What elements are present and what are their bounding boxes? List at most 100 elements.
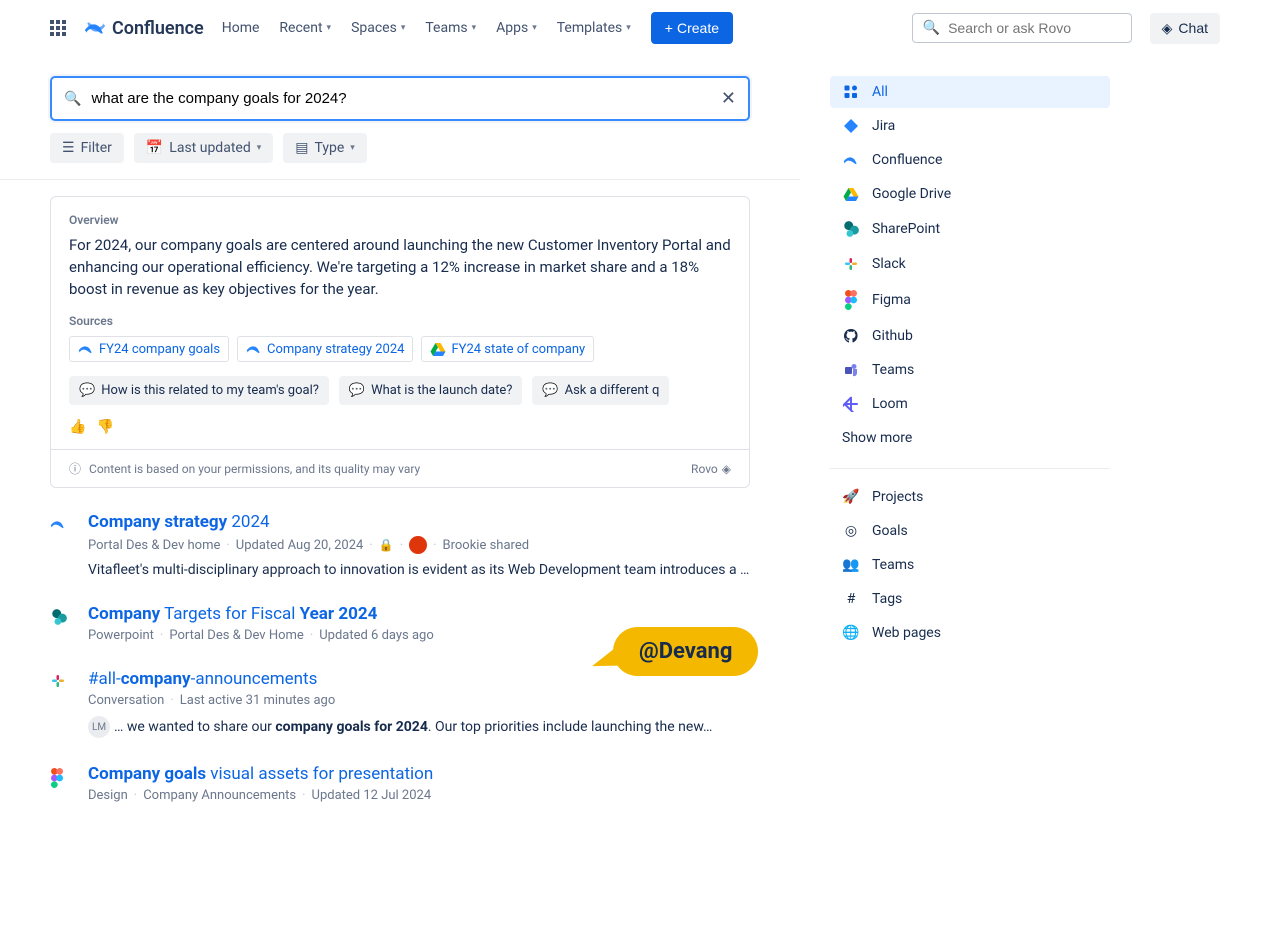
teams-icon <box>842 362 860 378</box>
chevron-down-icon: ▾ <box>327 23 332 33</box>
sidebar-source-confluence[interactable]: Confluence <box>830 144 1110 176</box>
suggestion-chip[interactable]: 💬Ask a different q <box>532 376 669 405</box>
source-chip[interactable]: FY24 company goals <box>69 336 229 362</box>
sidebar-nav-teams[interactable]: 👥Teams <box>830 549 1110 581</box>
sidebar-source-google-drive[interactable]: Google Drive <box>830 178 1110 210</box>
rovo-icon: ◈ <box>722 462 731 476</box>
sidebar-nav-list: 🚀Projects◎Goals👥Teams#Tags🌐Web pages <box>830 481 1110 649</box>
rovo-tag: Rovo ◈ <box>691 462 731 476</box>
nav-apps[interactable]: Apps▾ <box>496 20 537 36</box>
search-input-main[interactable]: 🔍 ✕ <box>50 76 750 121</box>
lock-icon: 🔒 <box>379 538 394 552</box>
slack-icon <box>842 256 860 272</box>
chat-icon: 💬 <box>349 383 365 398</box>
app-switcher-icon[interactable] <box>50 20 66 36</box>
thumbs-down-icon[interactable]: 👎 <box>96 419 113 435</box>
clear-search-icon[interactable]: ✕ <box>721 88 736 109</box>
nav-home[interactable]: Home <box>222 20 260 36</box>
show-more-button[interactable]: Show more <box>830 420 1110 456</box>
top-nav: Confluence Home Recent▾ Spaces▾ Teams▾ A… <box>0 0 1270 56</box>
nav-templates[interactable]: Templates▾ <box>557 20 631 36</box>
loom-icon <box>842 396 860 412</box>
confluence-logo[interactable]: Confluence <box>84 17 204 39</box>
result-meta: Portal Des & Dev home·Updated Aug 20, 20… <box>88 536 750 554</box>
plus-icon: + <box>665 20 673 36</box>
result-title[interactable]: Company goals visual assets for presenta… <box>88 764 750 784</box>
sidebar-source-figma[interactable]: Figma <box>830 282 1110 318</box>
global-search[interactable]: 🔍 <box>912 13 1132 43</box>
nav-icon: # <box>842 591 860 607</box>
confluence-icon <box>84 17 106 39</box>
source-chips: FY24 company goals Company strategy 2024 F… <box>69 336 731 362</box>
sidebar-nav-projects[interactable]: 🚀Projects <box>830 481 1110 513</box>
result-snippet: LM… we wanted to share our company goals… <box>88 716 750 738</box>
sharepoint-icon <box>842 220 860 238</box>
source-chip[interactable]: Company strategy 2024 <box>237 336 413 362</box>
info-icon: ⓘ <box>69 460 81 477</box>
result-title[interactable]: Company Targets for Fiscal Year 2024 <box>88 604 750 624</box>
overview-text: For 2024, our company goals are centered… <box>69 235 731 300</box>
sidebar-source-sharepoint[interactable]: SharePoint <box>830 212 1110 246</box>
source-filter-list: AllJiraConfluenceGoogle DriveSharePointS… <box>830 76 1110 420</box>
chevron-down-icon: ▾ <box>257 143 262 153</box>
nav-recent[interactable]: Recent▾ <box>279 20 331 36</box>
nav-spaces[interactable]: Spaces▾ <box>351 20 405 36</box>
suggestion-chip[interactable]: 💬How is this related to my team's goal? <box>69 376 329 405</box>
sidebar-source-github[interactable]: Github <box>830 320 1110 352</box>
nav-icon: 👥 <box>842 557 860 573</box>
search-results: Company strategy 2024 Portal Des & Dev ho… <box>50 512 750 803</box>
result-title[interactable]: #all-company-announcements <box>88 669 750 689</box>
sidebar-nav-web-pages[interactable]: 🌐Web pages <box>830 617 1110 649</box>
sidebar-nav-tags[interactable]: #Tags <box>830 583 1110 615</box>
source-chip[interactable]: FY24 state of company <box>421 336 594 362</box>
result-meta: Conversation·Last active 31 minutes ago <box>88 693 750 708</box>
sources-label: Sources <box>69 314 731 328</box>
github-icon <box>842 328 860 344</box>
sidebar-source-slack[interactable]: Slack <box>830 248 1110 280</box>
filter-icon: ☰ <box>62 140 75 156</box>
search-query-field[interactable] <box>91 90 710 107</box>
chat-button[interactable]: ◈ Chat <box>1150 13 1220 44</box>
suggestion-row: 💬How is this related to my team's goal? 💬… <box>69 376 731 405</box>
sidebar-source-all[interactable]: All <box>830 76 1110 108</box>
filter-type[interactable]: ▤Type▾ <box>283 133 367 163</box>
filter-button[interactable]: ☰Filter <box>50 133 124 163</box>
nav-icon: 🌐 <box>842 625 860 641</box>
sidebar-source-loom[interactable]: Loom <box>830 388 1110 420</box>
avatar: LM <box>88 716 110 738</box>
thumbs-up-icon[interactable]: 👍 <box>69 419 86 435</box>
result-meta: Design·Company Announcements·Updated 12 … <box>88 788 750 803</box>
rovo-icon: ◈ <box>1162 20 1173 37</box>
disclaimer-text: Content is based on your permissions, an… <box>89 462 420 476</box>
slack-icon <box>50 669 74 738</box>
ai-answer-card: Overview For 2024, our company goals are… <box>50 196 750 488</box>
sharepoint-icon <box>50 604 74 643</box>
gdrive-icon <box>842 186 860 202</box>
jira-icon <box>842 118 860 134</box>
suggestion-chip[interactable]: 💬What is the launch date? <box>339 376 523 405</box>
all-icon <box>842 84 860 100</box>
nav-icon: ◎ <box>842 523 860 539</box>
filter-last-updated[interactable]: 📅Last updated▾ <box>134 133 273 163</box>
global-search-input[interactable] <box>948 20 1121 36</box>
figma-icon <box>842 290 860 310</box>
calendar-icon: 📅 <box>146 140 163 156</box>
chevron-down-icon: ▾ <box>626 23 631 33</box>
sidebar-source-teams[interactable]: Teams <box>830 354 1110 386</box>
figma-icon <box>50 764 74 803</box>
nav-teams[interactable]: Teams▾ <box>425 20 476 36</box>
chevron-down-icon: ▾ <box>350 143 355 153</box>
filter-row: ☰Filter 📅Last updated▾ ▤Type▾ <box>50 133 750 163</box>
sidebar-nav-goals[interactable]: ◎Goals <box>830 515 1110 547</box>
search-icon: 🔍 <box>64 91 81 107</box>
result-snippet: Vitafleet's multi-disciplinary approach … <box>88 562 750 578</box>
result-meta: Powerpoint·Portal Des & Dev Home·Updated… <box>88 628 750 643</box>
search-result: Company strategy 2024 Portal Des & Dev ho… <box>50 512 750 578</box>
sidebar-source-jira[interactable]: Jira <box>830 110 1110 142</box>
chevron-down-icon: ▾ <box>472 23 477 33</box>
chat-icon: 💬 <box>542 383 558 398</box>
chevron-down-icon: ▾ <box>401 23 406 33</box>
search-result: Company Targets for Fiscal Year 2024 Powe… <box>50 604 750 643</box>
create-button[interactable]: +Create <box>651 12 733 44</box>
result-title[interactable]: Company strategy 2024 <box>88 512 750 532</box>
